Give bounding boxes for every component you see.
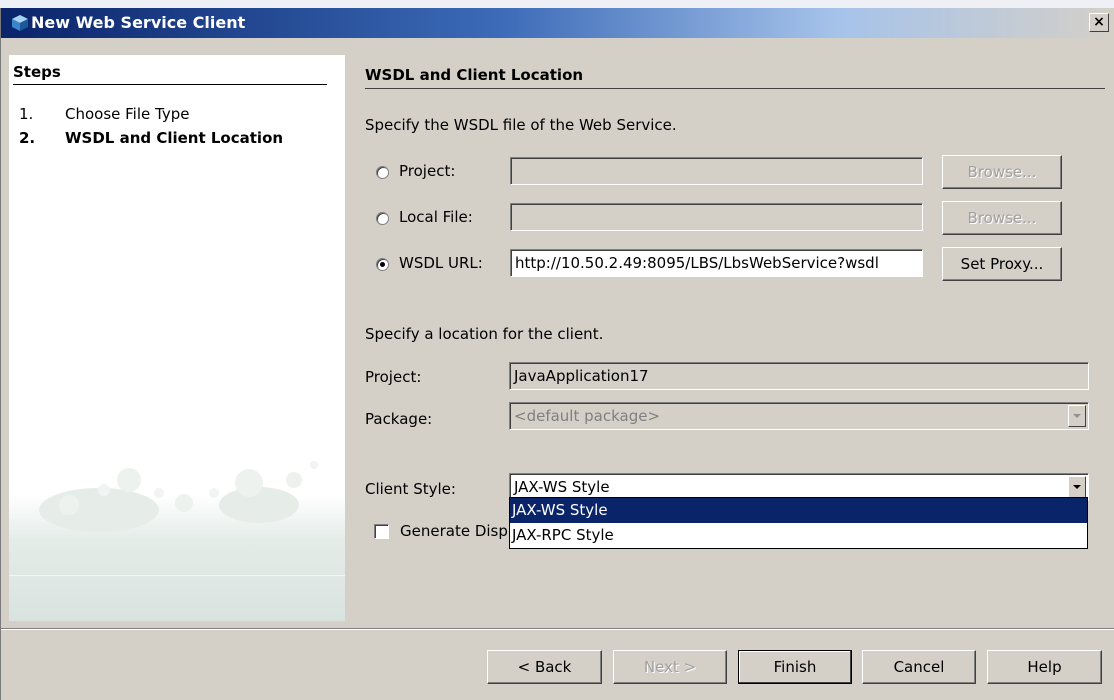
set-proxy-button[interactable]: Set Proxy... <box>942 247 1062 281</box>
steps-heading: Steps <box>13 63 61 81</box>
step-wsdl-client-location: 2. WSDL and Client Location <box>19 129 283 147</box>
project-label: Project: <box>365 368 422 386</box>
local-file-field[interactable] <box>510 203 923 231</box>
title-bar[interactable]: New Web Service Client × <box>1 8 1114 38</box>
steps-divider <box>13 84 327 85</box>
next-button[interactable]: Next > <box>613 650 727 684</box>
step-number: 2. <box>19 129 36 147</box>
step-label: WSDL and Client Location <box>65 129 284 147</box>
project-name-field: JavaApplication17 <box>509 362 1089 390</box>
project-radio[interactable] <box>376 166 389 179</box>
top-strip <box>0 0 1114 8</box>
generate-dispatch-label[interactable]: Generate Disp <box>400 522 508 540</box>
web-service-cube-icon <box>12 15 28 31</box>
project-path-field[interactable] <box>510 157 923 185</box>
project-radio-label[interactable]: Project: <box>399 162 455 180</box>
dropdown-option-jax-rpc[interactable]: JAX-RPC Style <box>510 523 1087 548</box>
step-choose-file-type: 1. Choose File Type <box>19 105 189 123</box>
panel-title: WSDL and Client Location <box>365 66 584 84</box>
package-label: Package: <box>365 410 433 428</box>
steps-panel: Steps 1. Choose File Type 2. WSDL and Clie… <box>9 55 345 621</box>
dropdown-option-jax-ws[interactable]: JAX-WS Style <box>510 498 1087 523</box>
window-title: New Web Service Client <box>31 13 246 32</box>
local-file-radio[interactable] <box>376 212 389 225</box>
location-instructions: Specify a location for the client. <box>365 325 604 343</box>
step-number: 1. <box>19 105 34 123</box>
decorative-bubbles-graphic <box>9 461 345 621</box>
package-combobox[interactable]: <default package> <box>509 402 1089 430</box>
help-button[interactable]: Help <box>987 650 1102 684</box>
chevron-down-icon[interactable] <box>1068 476 1086 498</box>
step-label: Choose File Type <box>65 105 190 123</box>
browse-project-button[interactable]: Browse... <box>942 155 1062 189</box>
finish-button[interactable]: Finish <box>738 650 852 684</box>
local-file-radio-label[interactable]: Local File: <box>399 208 473 226</box>
back-button[interactable]: < Back <box>487 650 602 684</box>
wsdl-url-radio-label[interactable]: WSDL URL: <box>399 254 483 272</box>
wsdl-url-radio[interactable] <box>376 258 389 271</box>
generate-dispatch-checkbox[interactable] <box>374 524 389 539</box>
client-style-label: Client Style: <box>365 480 456 498</box>
wsdl-url-input[interactable]: http://10.50.2.49:8095/LBS/LbsWebService… <box>510 249 923 277</box>
chevron-down-icon[interactable] <box>1068 405 1086 427</box>
browse-local-file-button[interactable]: Browse... <box>942 201 1062 235</box>
client-style-value: JAX-WS Style <box>514 478 610 496</box>
footer-divider-highlight <box>1 629 1114 630</box>
package-combobox-value: <default package> <box>514 407 661 425</box>
wsdl-instructions: Specify the WSDL file of the Web Service… <box>365 116 677 134</box>
cancel-button[interactable]: Cancel <box>862 650 976 684</box>
panel-title-divider <box>365 88 1105 89</box>
close-button[interactable]: × <box>1089 13 1109 32</box>
dialog-window: New Web Service Client × Steps 1. Choose … <box>0 8 1114 700</box>
client-style-dropdown-list: JAX-WS Style JAX-RPC Style <box>509 497 1088 549</box>
